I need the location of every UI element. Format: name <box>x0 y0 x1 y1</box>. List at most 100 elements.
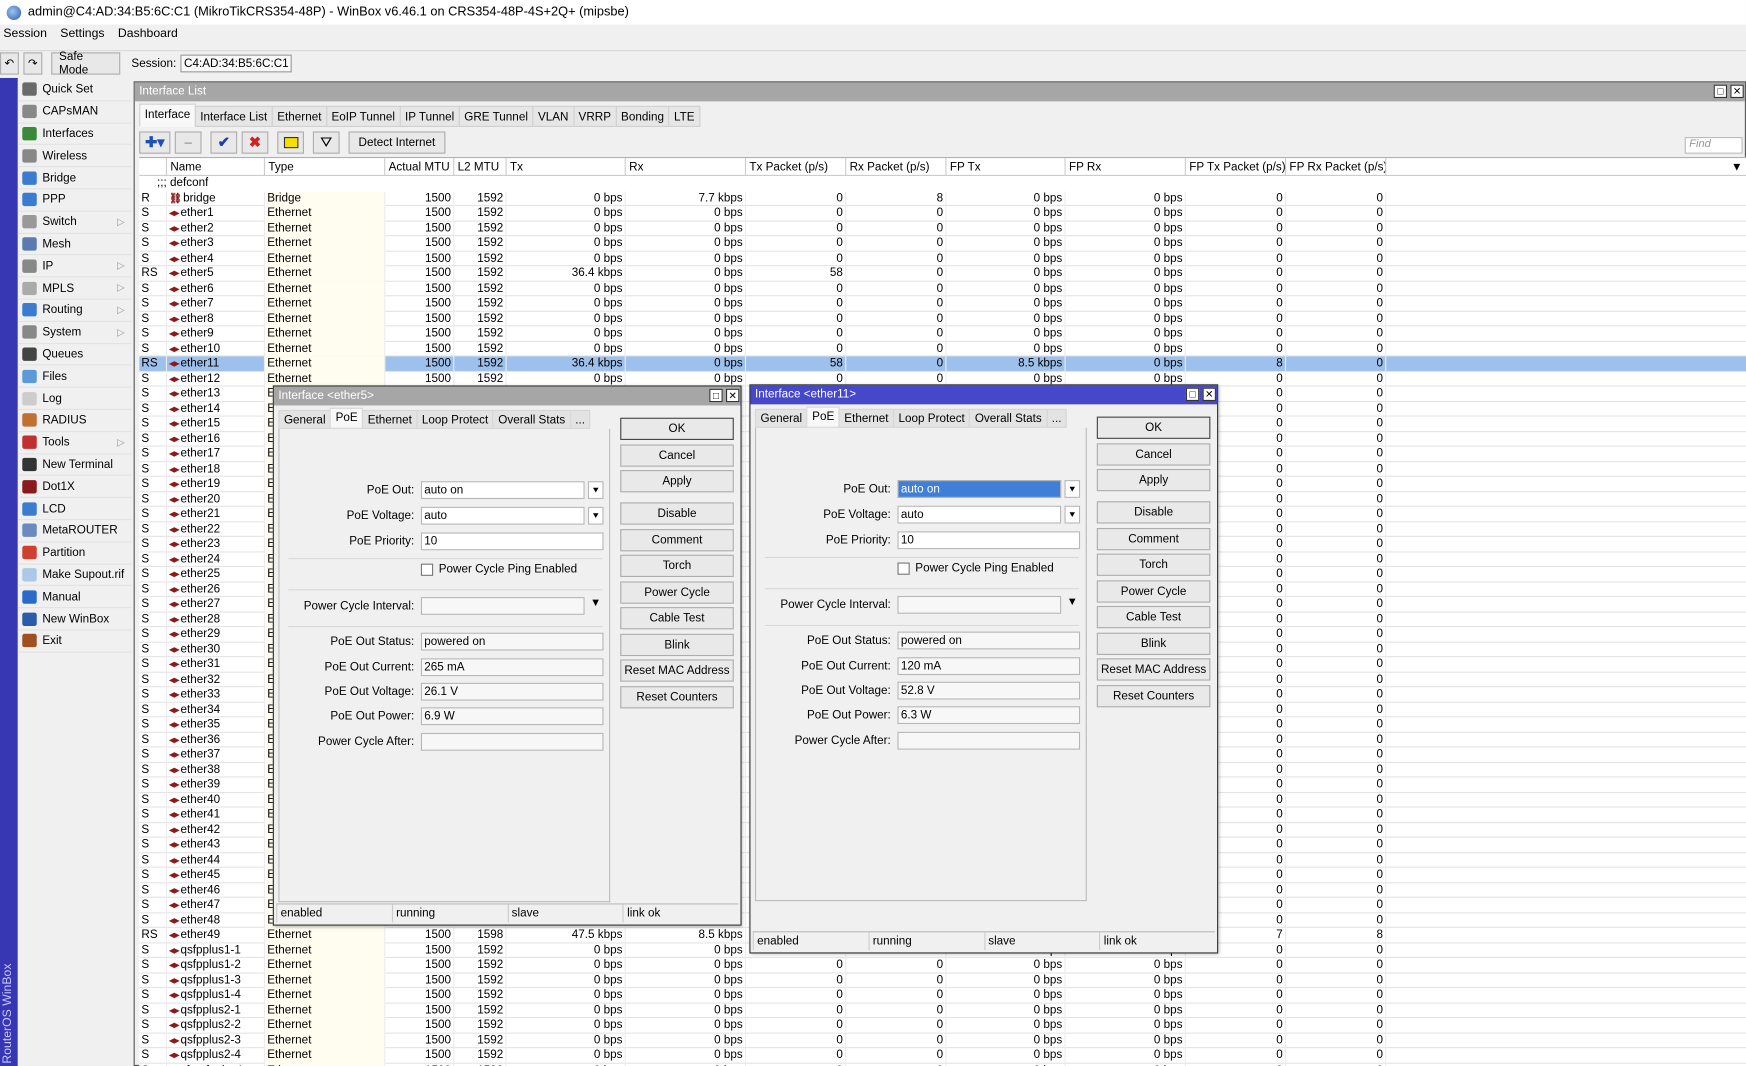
close-button[interactable]: ✕ <box>726 388 740 403</box>
tab-vrrp[interactable]: VRRP <box>572 105 617 127</box>
column-header[interactable]: Rx <box>626 158 747 176</box>
power-cycle-button[interactable]: Power Cycle <box>620 580 734 604</box>
tab-loop-protect[interactable]: Loop Protect <box>892 408 971 428</box>
tab-lte[interactable]: LTE <box>668 105 701 127</box>
session-field[interactable]: C4:AD:34:B5:6C:C1 <box>180 54 293 72</box>
tab-loop-protect[interactable]: Loop Protect <box>416 409 494 429</box>
cancel-button[interactable]: Cancel <box>1096 442 1211 466</box>
sidebar-item-lcd[interactable]: LCD <box>17 498 132 521</box>
reset-counters-button[interactable]: Reset Counters <box>1096 684 1211 707</box>
sidebar-item-manual[interactable]: Manual <box>17 586 132 609</box>
sidebar-item-wireless[interactable]: Wireless <box>17 145 132 168</box>
sidebar-item-routing[interactable]: Routing ▷ <box>17 300 132 322</box>
column-header[interactable]: FP Rx Packet (p/s) <box>1286 158 1387 176</box>
close-button[interactable]: ✕ <box>1202 387 1216 402</box>
close-button[interactable]: ✕ <box>1730 84 1744 99</box>
column-header[interactable]: Actual MTU <box>385 158 455 176</box>
column-header[interactable]: FP Rx <box>1066 158 1186 176</box>
dialog-titlebar[interactable]: Interface <ether5> □ ✕ <box>273 386 741 406</box>
reset-mac-address-button[interactable]: Reset MAC Address <box>1096 658 1211 681</box>
power-cycle-button[interactable]: Power Cycle <box>1096 579 1211 603</box>
column-header[interactable]: Tx <box>507 158 626 176</box>
tab-more[interactable]: ... <box>569 409 591 429</box>
disable-button[interactable]: Disable <box>1096 501 1211 524</box>
detect-internet-button[interactable]: Detect Internet <box>348 131 446 154</box>
dropdown-arrow-icon[interactable]: ▼ <box>590 597 601 609</box>
filter-button[interactable]: ⛛ <box>312 131 340 154</box>
torch-button[interactable]: Torch <box>1096 553 1211 576</box>
table-row[interactable]: S ◂▸qsfpplus1-3 Ethernet 1500 1592 0 bps 0 bps… <box>139 972 1746 989</box>
sidebar-item-ip[interactable]: IP ▷ <box>17 256 132 278</box>
tab-eoip-tunnel[interactable]: EoIP Tunnel <box>325 105 401 127</box>
reset-counters-button[interactable]: Reset Counters <box>620 685 734 708</box>
table-row[interactable]: S ◂▸ether9 Ethernet 1500 1592 0 bps 0 bps 0 0 0 b… <box>139 326 1746 342</box>
dropdown-arrow-icon[interactable]: ⯆ <box>587 506 604 525</box>
poe-priority-field[interactable]: 10 <box>420 532 604 551</box>
sidebar-item-switch[interactable]: Switch ▷ <box>17 211 132 234</box>
comment-button[interactable] <box>277 131 304 154</box>
table-row[interactable]: S ◂▸qsfpplus2-1 Ethernet 1500 1592 0 bps 0 bps… <box>139 1003 1746 1019</box>
column-header[interactable]: Type <box>265 158 386 176</box>
tab-ethernet[interactable]: Ethernet <box>838 408 895 428</box>
table-row[interactable]: S ◂▸ether3 Ethernet 1500 1592 0 bps 0 bps 0 0 0 b… <box>139 236 1746 252</box>
disable-button[interactable]: Disable <box>620 502 734 525</box>
sidebar-item-dot1x[interactable]: Dot1X <box>17 476 132 499</box>
table-row[interactable]: S ◂▸ether1 Ethernet 1500 1592 0 bps 0 bps 0 0 0 b… <box>139 206 1746 222</box>
sidebar-item-bridge[interactable]: Bridge <box>17 167 132 190</box>
dropdown-arrow-icon[interactable]: ⯆ <box>1064 505 1081 524</box>
sidebar-item-radius[interactable]: RADIUS <box>17 410 132 432</box>
remove-button[interactable]: − <box>174 131 202 154</box>
table-row[interactable]: S ◂▸ether4 Ethernet 1500 1592 0 bps 0 bps 0 0 0 b… <box>139 251 1746 267</box>
undo-button[interactable]: ↶ <box>0 51 19 75</box>
sidebar-item-mesh[interactable]: Mesh <box>17 233 132 256</box>
sidebar-item-system[interactable]: System ▷ <box>17 322 132 344</box>
tab-interface[interactable]: Interface <box>139 103 196 127</box>
tab-interface-list[interactable]: Interface List <box>194 105 273 127</box>
sidebar-item-exit[interactable]: Exit <box>17 630 132 653</box>
interval-field[interactable] <box>420 597 585 615</box>
cable-test-button[interactable]: Cable Test <box>1096 605 1211 629</box>
table-row[interactable]: S ◂▸qsfpplus1-4 Ethernet 1500 1592 0 bps 0 bps… <box>139 988 1746 1004</box>
table-row[interactable]: S ◂▸qsfpplus1-2 Ethernet 1500 1592 0 bps 0 bps… <box>139 957 1746 973</box>
add-button[interactable]: ✚▾ <box>139 131 171 154</box>
sidebar-item-metarouter[interactable]: MetaROUTER <box>17 520 132 543</box>
ok-button[interactable]: OK <box>620 417 734 440</box>
table-row[interactable]: S ◂▸ether7 Ethernet 1500 1592 0 bps 0 bps 0 0 0 b… <box>139 296 1746 312</box>
power-cycle-ping-checkbox[interactable] <box>897 562 910 575</box>
disable-button[interactable]: ✖ <box>241 131 269 154</box>
dropdown-arrow-icon[interactable]: ⯆ <box>1064 480 1081 498</box>
sidebar-item-make-supout-rif[interactable]: Make Supout.rif <box>17 564 132 587</box>
cancel-button[interactable]: Cancel <box>620 443 734 467</box>
sidebar-item-interfaces[interactable]: Interfaces <box>17 123 132 146</box>
dialog-titlebar[interactable]: Interface <ether11> □ ✕ <box>750 385 1218 405</box>
torch-button[interactable]: Torch <box>620 554 734 578</box>
blink-button[interactable]: Blink <box>1096 632 1211 655</box>
sidebar-item-queues[interactable]: Queues <box>17 344 132 366</box>
tab-general[interactable]: General <box>754 408 808 428</box>
safe-mode-button[interactable]: Safe Mode <box>51 50 121 76</box>
tab-vlan[interactable]: VLAN <box>532 105 575 127</box>
blink-button[interactable]: Blink <box>620 633 734 656</box>
sidebar-item-mpls[interactable]: MPLS ▷ <box>17 278 132 300</box>
find-input[interactable]: Find <box>1684 137 1743 154</box>
power-cycle-ping-checkbox[interactable] <box>420 563 434 576</box>
sidebar-item-log[interactable]: Log <box>17 388 132 410</box>
maximize-button[interactable]: □ <box>1185 387 1200 402</box>
poe-voltage-field[interactable]: auto <box>420 506 585 525</box>
tab-overall-stats[interactable]: Overall Stats <box>969 408 1048 428</box>
sidebar-item-new-winbox[interactable]: New WinBox <box>17 608 132 631</box>
tab-poe[interactable]: PoE <box>806 406 840 428</box>
menu-session[interactable]: Session <box>3 27 47 47</box>
menu-dashboard[interactable]: Dashboard <box>118 27 178 47</box>
sidebar-item-new-terminal[interactable]: New Terminal <box>17 454 132 477</box>
poe-voltage-field[interactable]: auto <box>897 505 1062 524</box>
column-header[interactable]: FP Tx Packet (p/s) <box>1186 158 1287 176</box>
apply-button[interactable]: Apply <box>1096 468 1211 492</box>
sidebar-item-capsman[interactable]: CAPsMAN <box>17 101 132 124</box>
cable-test-button[interactable]: Cable Test <box>620 607 734 630</box>
menu-settings[interactable]: Settings <box>60 27 104 47</box>
table-row[interactable]: S ◂▸ether10 Ethernet 1500 1592 0 bps 0 bps 0 0 0 … <box>139 341 1746 357</box>
dropdown-arrow-icon[interactable]: ⯆ <box>587 481 604 500</box>
tab-more[interactable]: ... <box>1046 408 1068 428</box>
reset-mac-address-button[interactable]: Reset MAC Address <box>620 659 734 682</box>
